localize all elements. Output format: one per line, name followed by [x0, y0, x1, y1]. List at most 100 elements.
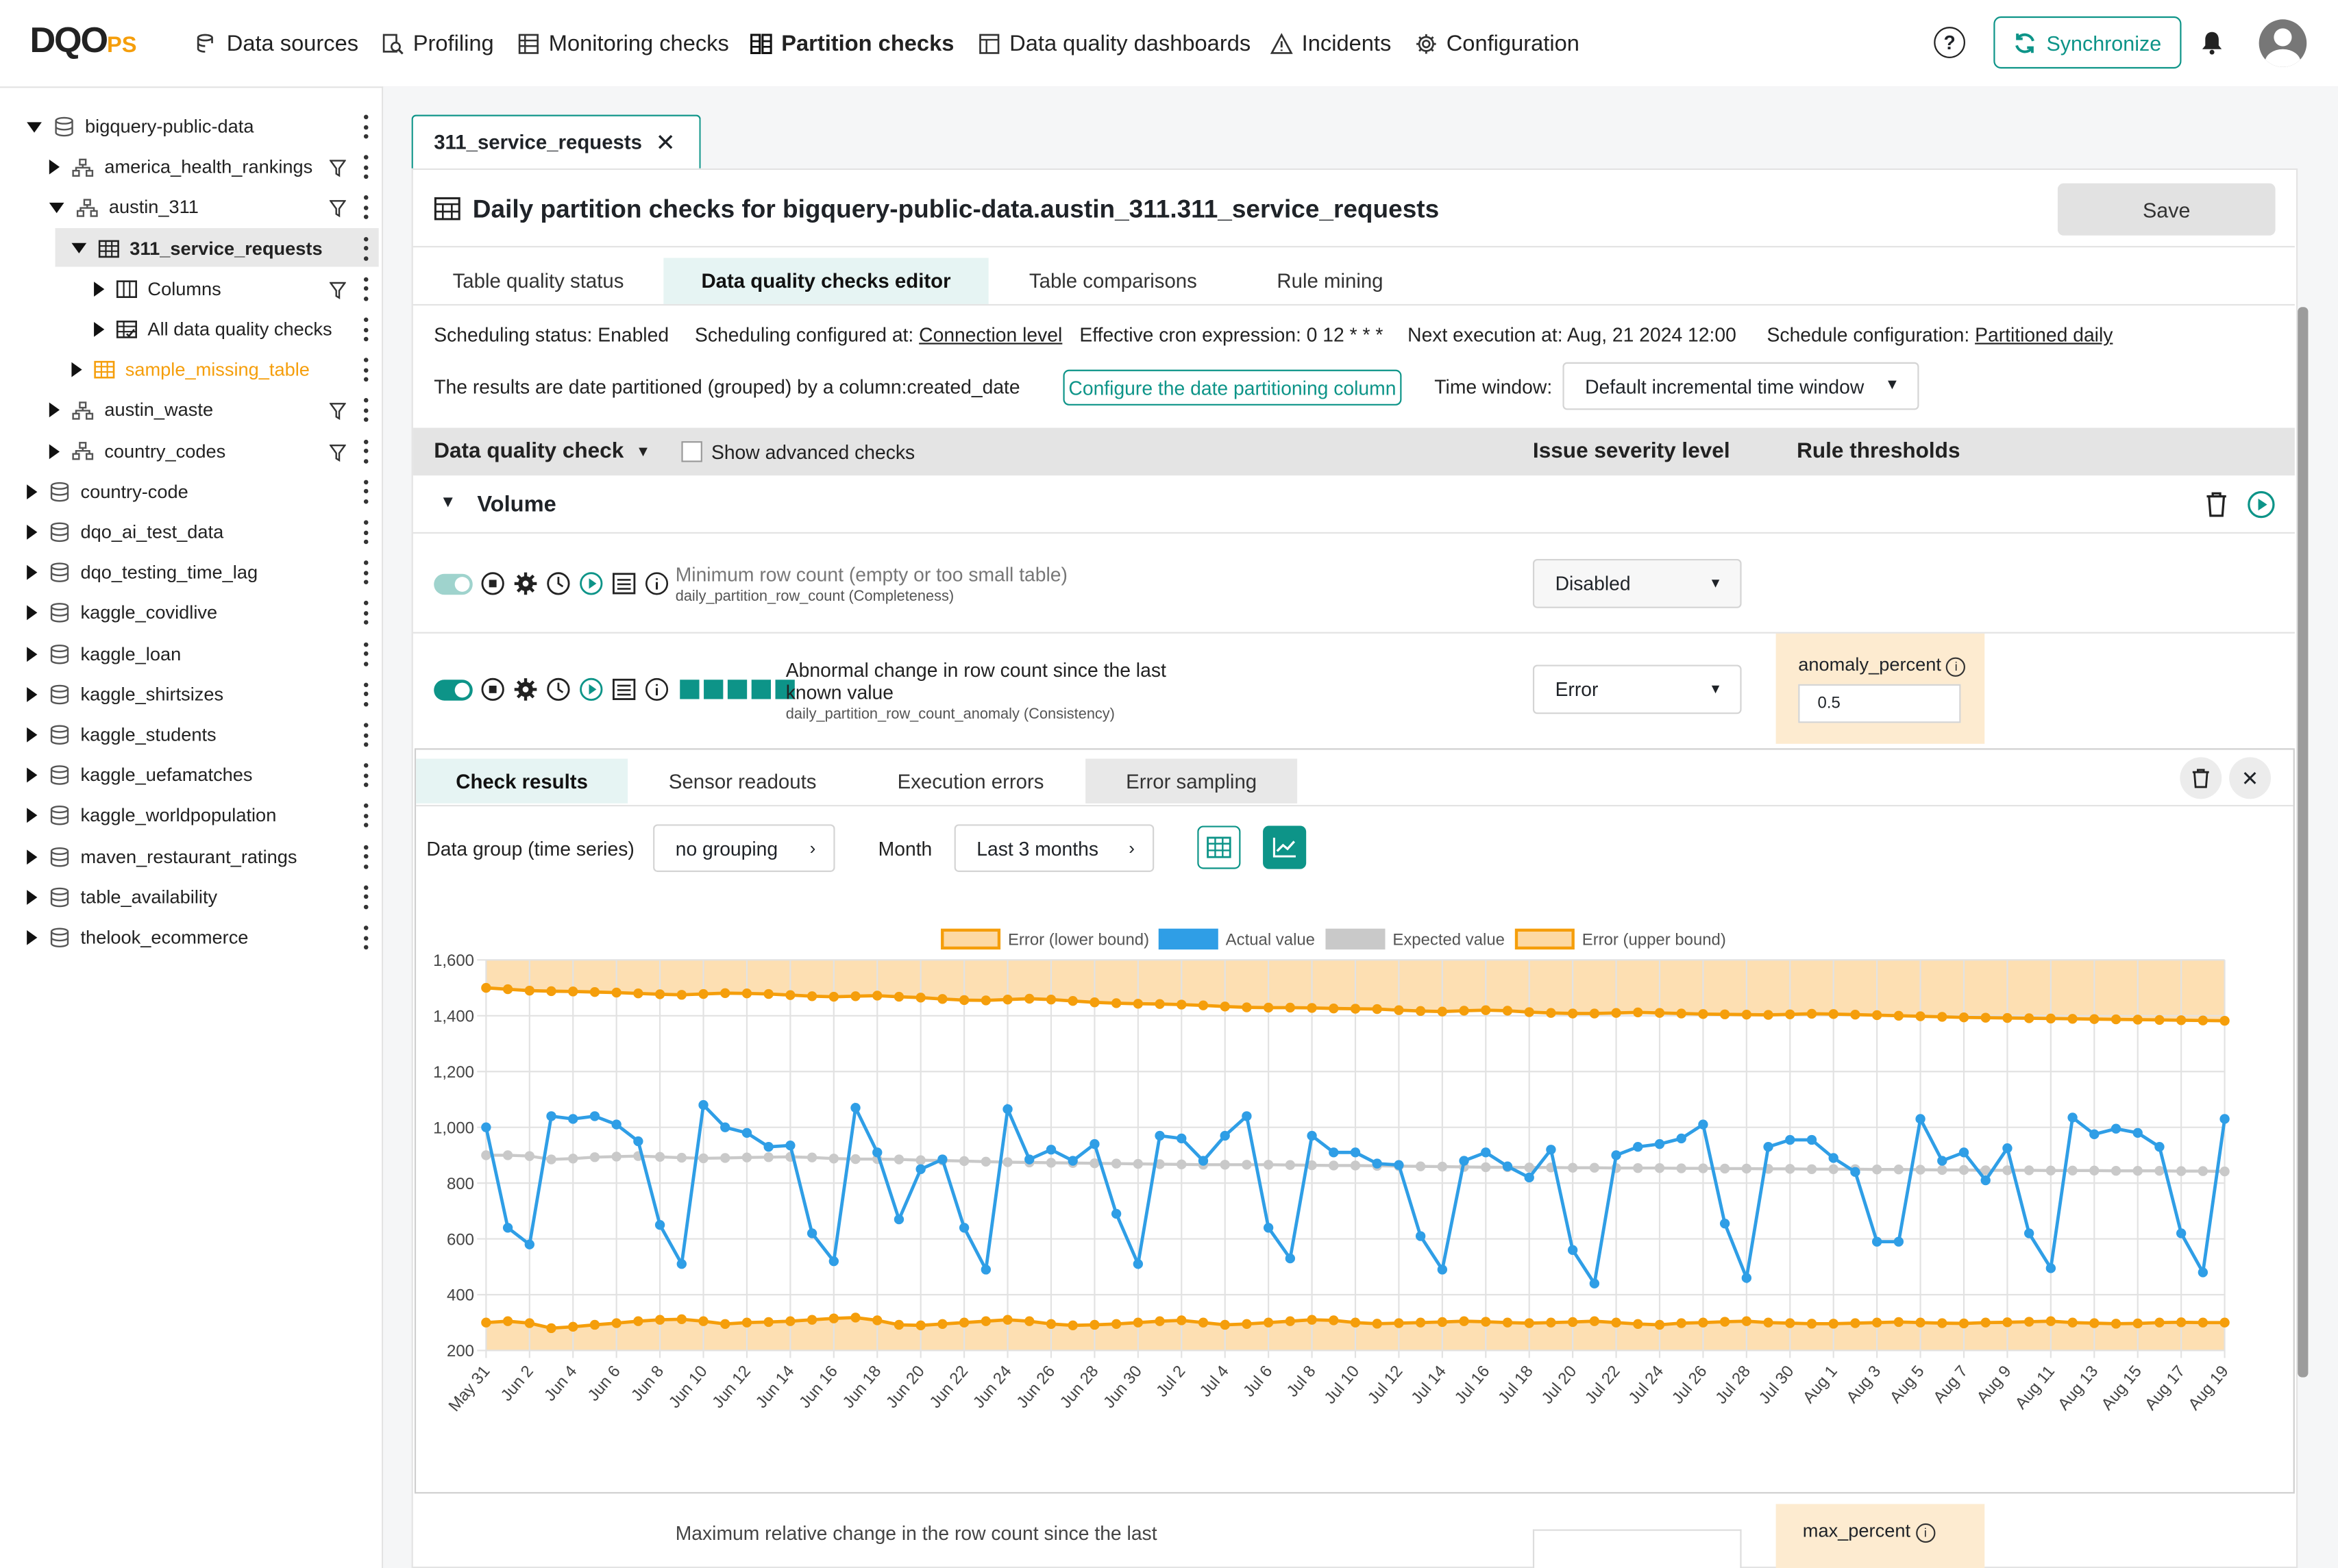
more-options-icon[interactable]	[363, 844, 370, 869]
tree-item[interactable]: country-code	[27, 472, 188, 511]
clock-icon[interactable]	[545, 571, 571, 596]
chart-view-button[interactable]	[1263, 825, 1307, 869]
info-icon[interactable]	[644, 677, 669, 702]
delete-results-button[interactable]	[2180, 757, 2222, 799]
more-options-icon[interactable]	[363, 885, 370, 909]
results-list-icon[interactable]	[611, 571, 637, 596]
more-options-icon[interactable]	[363, 925, 370, 950]
tree-item[interactable]: thelook_ecommerce	[27, 918, 248, 957]
more-options-icon[interactable]	[363, 114, 370, 139]
configure-partitioning-button[interactable]: Configure the date partitioning column	[1063, 369, 1402, 406]
caret-right-icon[interactable]	[27, 889, 38, 905]
tree-item[interactable]: sample_missing_table	[71, 351, 310, 390]
nav-data-sources[interactable]: Data sources	[195, 0, 358, 86]
close-icon[interactable]: ✕	[656, 128, 676, 158]
info-icon[interactable]: i	[1915, 1523, 1935, 1543]
caret-down-icon[interactable]	[71, 242, 87, 254]
open-table-tab[interactable]: 311_service_requests ✕	[411, 114, 701, 169]
severity-select-2[interactable]: Error ▼	[1532, 664, 1742, 714]
nav-partition-checks[interactable]: Partition checks	[750, 0, 954, 86]
more-options-icon[interactable]	[363, 560, 370, 585]
nav-profiling[interactable]: Profiling	[382, 0, 494, 86]
user-avatar[interactable]	[2259, 19, 2307, 67]
severity-select-3[interactable]	[1532, 1529, 1742, 1568]
more-options-icon[interactable]	[363, 601, 370, 625]
tab-table-quality-status[interactable]: Table quality status	[435, 258, 641, 303]
chevron-down-icon[interactable]: ▼	[440, 493, 456, 511]
more-options-icon[interactable]	[363, 277, 370, 301]
toggle-enable[interactable]	[434, 679, 473, 700]
stop-icon[interactable]	[480, 571, 506, 596]
save-button[interactable]: Save	[2057, 183, 2276, 236]
tree-item[interactable]: All data quality checks	[94, 310, 332, 349]
caret-down-icon[interactable]	[49, 202, 64, 213]
caret-right-icon[interactable]	[27, 484, 38, 499]
tab-rule-mining[interactable]: Rule mining	[1257, 258, 1403, 303]
caret-right-icon[interactable]	[27, 565, 38, 580]
more-options-icon[interactable]	[363, 641, 370, 666]
connection-level-link[interactable]: Connection level	[919, 323, 1062, 346]
toggle-enable[interactable]	[434, 573, 473, 595]
nav-data-quality-dashboards[interactable]: Data quality dashboards	[978, 0, 1251, 86]
bell-icon[interactable]	[2201, 30, 2224, 55]
more-options-icon[interactable]	[363, 520, 370, 545]
caret-right-icon[interactable]	[27, 727, 38, 743]
data-group-select[interactable]: no grouping ›	[653, 824, 835, 872]
tree-item[interactable]: dqo_ai_test_data	[27, 513, 223, 552]
info-icon[interactable]	[644, 571, 669, 596]
caret-right-icon[interactable]	[27, 686, 38, 702]
tree-item[interactable]: 311_service_requests	[71, 229, 323, 268]
caret-right-icon[interactable]	[27, 808, 38, 824]
more-options-icon[interactable]	[363, 155, 370, 179]
advanced-checkbox[interactable]	[681, 441, 702, 462]
more-options-icon[interactable]	[363, 317, 370, 342]
tree-item[interactable]: kaggle_shirtsizes	[27, 675, 223, 714]
synchronize-button[interactable]: Synchronize	[1993, 16, 2182, 69]
help-icon[interactable]: ?	[1934, 27, 1965, 58]
more-options-icon[interactable]	[363, 804, 370, 828]
clock-icon[interactable]	[545, 677, 571, 702]
category-row[interactable]: ▼ Volume	[413, 477, 2295, 534]
tree-item[interactable]: dqo_testing_time_lag	[27, 553, 258, 593]
dqops-logo[interactable]: DQOPS	[30, 21, 137, 62]
caret-right-icon[interactable]	[49, 160, 60, 175]
severity-select-1[interactable]: Disabled ▼	[1532, 559, 1742, 608]
tab-execution-errors[interactable]: Execution errors	[880, 759, 1061, 804]
nav-configuration[interactable]: Configuration	[1415, 0, 1579, 86]
header-check[interactable]: Data quality check ▼	[434, 428, 650, 476]
filter-icon[interactable]	[329, 158, 347, 185]
caret-right-icon[interactable]	[49, 403, 60, 419]
filter-icon[interactable]	[329, 401, 347, 428]
more-options-icon[interactable]	[363, 398, 370, 423]
tree-item[interactable]: kaggle_loan	[27, 634, 181, 673]
caret-right-icon[interactable]	[71, 362, 82, 377]
caret-down-icon[interactable]	[27, 121, 42, 132]
more-options-icon[interactable]	[363, 236, 370, 260]
tree-item[interactable]: kaggle_worldpopulation	[27, 797, 276, 836]
tree-item[interactable]: bigquery-public-data	[27, 108, 254, 147]
caret-right-icon[interactable]	[27, 646, 38, 662]
tree-item[interactable]: kaggle_students	[27, 715, 217, 754]
month-select[interactable]: Last 3 months ›	[954, 824, 1155, 872]
more-options-icon[interactable]	[363, 439, 370, 463]
tab-table-comparisons[interactable]: Table comparisons	[1011, 258, 1215, 303]
tree-item[interactable]: austin_waste	[49, 391, 213, 430]
caret-right-icon[interactable]	[27, 849, 38, 864]
filter-icon[interactable]	[329, 199, 347, 225]
trash-icon[interactable]	[2205, 490, 2228, 517]
gear-icon[interactable]	[513, 677, 539, 702]
filter-icon[interactable]	[329, 442, 347, 469]
tab-error-sampling[interactable]: Error sampling	[1085, 758, 1298, 804]
time-window-select[interactable]: Default incremental time window ▼	[1562, 362, 1919, 410]
caret-right-icon[interactable]	[27, 930, 38, 945]
run-icon[interactable]	[578, 677, 604, 702]
tab-data-quality-checks-editor[interactable]: Data quality checks editor	[663, 258, 989, 304]
show-advanced-checks[interactable]: Show advanced checks	[681, 428, 915, 476]
tab-check-results[interactable]: Check results	[416, 758, 628, 804]
tree-item[interactable]: america_health_rankings	[49, 148, 312, 187]
editor-scrollbar[interactable]	[2298, 307, 2309, 1378]
info-icon[interactable]: i	[1946, 657, 1966, 677]
stop-icon[interactable]	[480, 677, 506, 702]
caret-right-icon[interactable]	[27, 768, 38, 783]
nav-incidents[interactable]: Incidents	[1270, 0, 1391, 86]
